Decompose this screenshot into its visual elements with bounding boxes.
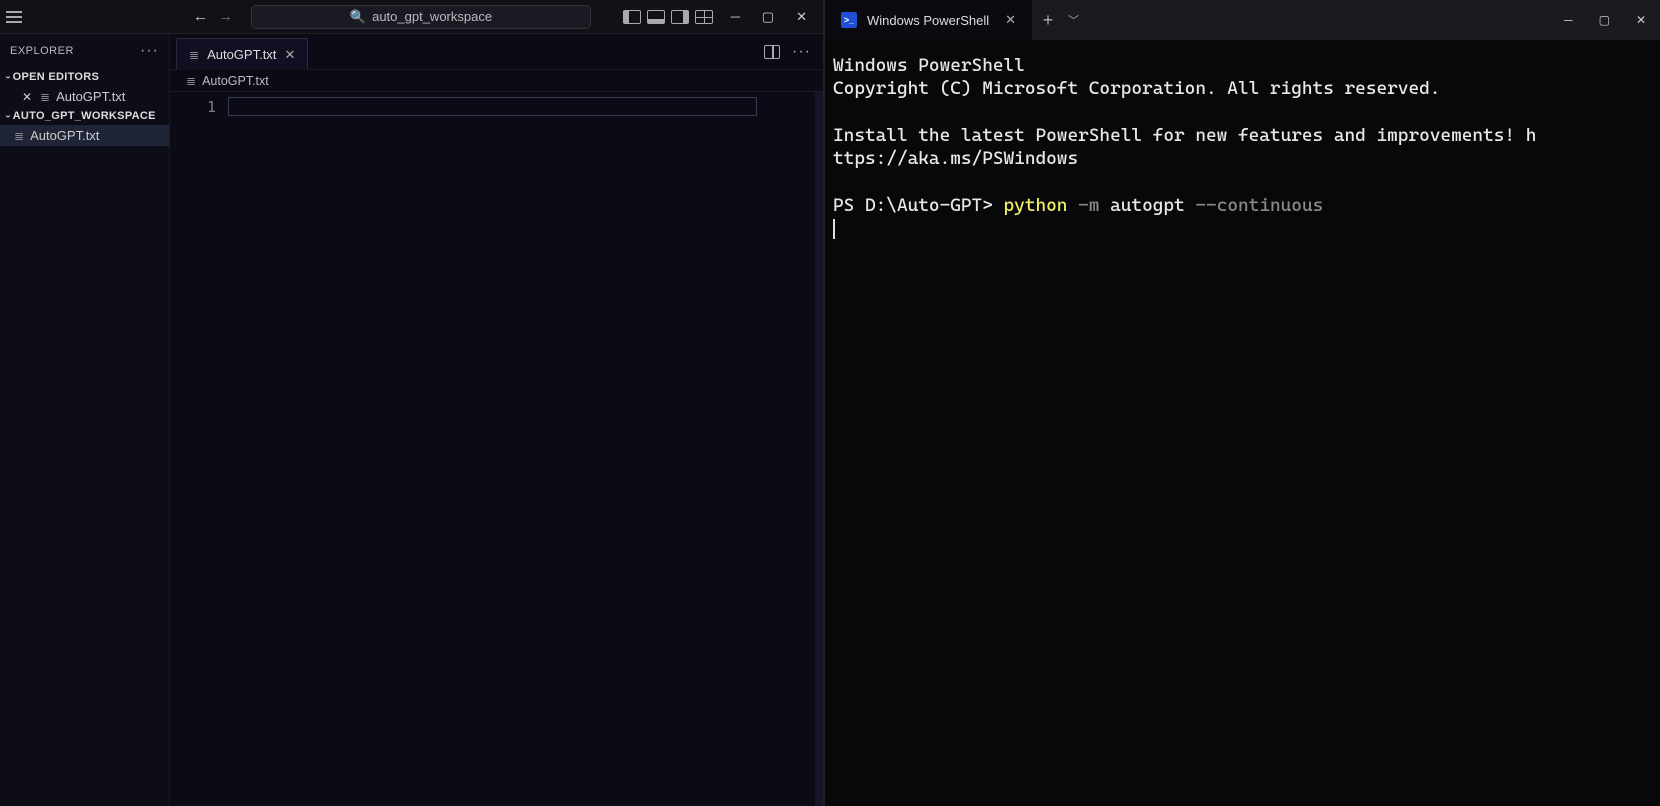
text-file-icon: ≣ xyxy=(14,129,24,143)
command-executable: python xyxy=(1004,195,1068,216)
editor-more-icon[interactable]: ··· xyxy=(792,43,811,61)
chevron-down-icon: › xyxy=(2,75,13,79)
text-file-icon: ≣ xyxy=(189,48,199,62)
command-flag-m: -m xyxy=(1067,195,1110,216)
layout-icons: ─ ▢ ✕ xyxy=(623,9,823,25)
close-icon[interactable]: ✕ xyxy=(1636,13,1646,27)
workspace-file-item[interactable]: ≣ AutoGPT.txt xyxy=(0,125,169,146)
text-file-icon: ≣ xyxy=(40,90,50,104)
command-center[interactable]: 🔍 auto_gpt_workspace xyxy=(251,5,591,29)
windows-terminal-window: >_ Windows PowerShell ✕ + ﹀ ─ ▢ ✕ Window… xyxy=(823,0,1660,806)
code-editor[interactable]: 1 xyxy=(170,92,823,806)
back-arrow-icon[interactable]: ← xyxy=(193,8,208,25)
explorer-title: EXPLORER xyxy=(10,45,74,57)
workspace-label: AUTO_GPT_WORKSPACE xyxy=(13,110,156,122)
explorer-more-icon[interactable]: ··· xyxy=(140,42,159,60)
minimize-icon[interactable]: ─ xyxy=(731,9,740,25)
line-number: 1 xyxy=(170,98,216,116)
maximize-icon[interactable]: ▢ xyxy=(1599,13,1610,27)
close-editor-icon[interactable]: ✕ xyxy=(20,90,34,104)
editor-tab[interactable]: ≣ AutoGPT.txt ✕ xyxy=(176,38,308,70)
hamburger-menu-icon[interactable] xyxy=(0,11,28,23)
text-file-icon: ≣ xyxy=(186,74,196,88)
search-icon: 🔍 xyxy=(350,9,366,25)
vscode-titlebar: ← → 🔍 auto_gpt_workspace ─ ▢ ✕ xyxy=(0,0,823,34)
explorer-sidebar: EXPLORER ··· › OPEN EDITORS ✕ ≣ AutoGPT.… xyxy=(0,34,170,806)
tab-dropdown-icon[interactable]: ﹀ xyxy=(1068,12,1079,28)
workspace-filename: AutoGPT.txt xyxy=(30,128,99,143)
terminal-line: ttps://aka.ms/PSWindows xyxy=(833,148,1078,169)
minimap-scrollbar[interactable] xyxy=(815,92,823,806)
customize-layout-icon[interactable] xyxy=(695,10,713,24)
gutter: 1 xyxy=(170,92,228,806)
terminal-titlebar: >_ Windows PowerShell ✕ + ﹀ ─ ▢ ✕ xyxy=(825,0,1660,40)
vscode-window: ← → 🔍 auto_gpt_workspace ─ ▢ ✕ EXPLORER … xyxy=(0,0,823,806)
close-tab-icon[interactable]: ✕ xyxy=(284,47,295,63)
open-editors-label: OPEN EDITORS xyxy=(13,71,100,83)
cursor-icon xyxy=(833,219,835,239)
tab-label: AutoGPT.txt xyxy=(207,47,276,62)
command-center-text: auto_gpt_workspace xyxy=(372,9,492,24)
toggle-primary-sidebar-icon[interactable] xyxy=(623,10,641,24)
editor-area: ≣ AutoGPT.txt ✕ ··· ≣ AutoGPT.txt 1 xyxy=(170,34,823,806)
toggle-panel-icon[interactable] xyxy=(647,10,665,24)
terminal-tab[interactable]: >_ Windows PowerShell ✕ xyxy=(825,0,1032,40)
maximize-icon[interactable]: ▢ xyxy=(762,9,774,25)
breadcrumb-text: AutoGPT.txt xyxy=(202,74,269,88)
breadcrumb[interactable]: ≣ AutoGPT.txt xyxy=(170,70,823,92)
toggle-secondary-sidebar-icon[interactable] xyxy=(671,10,689,24)
open-editors-header[interactable]: › OPEN EDITORS xyxy=(0,68,169,86)
terminal-output[interactable]: Windows PowerShell Copyright (C) Microso… xyxy=(825,40,1660,806)
new-tab-icon[interactable]: + xyxy=(1032,10,1064,31)
command-flag-continuous: --continuous xyxy=(1185,195,1324,216)
active-line-highlight xyxy=(228,97,757,116)
nav-arrows: ← → xyxy=(193,8,233,25)
forward-arrow-icon[interactable]: → xyxy=(218,8,233,25)
code-content[interactable] xyxy=(228,92,815,806)
powershell-icon: >_ xyxy=(841,12,857,28)
open-editor-item[interactable]: ✕ ≣ AutoGPT.txt xyxy=(0,86,169,107)
open-editor-filename: AutoGPT.txt xyxy=(56,89,125,104)
chevron-down-icon: › xyxy=(2,114,13,118)
close-tab-icon[interactable]: ✕ xyxy=(1005,12,1016,28)
prompt-text: PS D:\Auto-GPT> xyxy=(833,195,1004,216)
terminal-tab-title: Windows PowerShell xyxy=(867,13,989,28)
terminal-line: Copyright (C) Microsoft Corporation. All… xyxy=(833,78,1440,99)
split-editor-icon[interactable] xyxy=(764,45,780,59)
minimize-icon[interactable]: ─ xyxy=(1564,13,1573,27)
close-icon[interactable]: ✕ xyxy=(796,9,807,25)
command-module: autogpt xyxy=(1110,195,1185,216)
workspace-header[interactable]: › AUTO_GPT_WORKSPACE xyxy=(0,107,169,125)
terminal-line: Windows PowerShell xyxy=(833,55,1025,76)
terminal-line: Install the latest PowerShell for new fe… xyxy=(833,125,1536,146)
editor-tab-bar: ≣ AutoGPT.txt ✕ ··· xyxy=(170,34,823,70)
